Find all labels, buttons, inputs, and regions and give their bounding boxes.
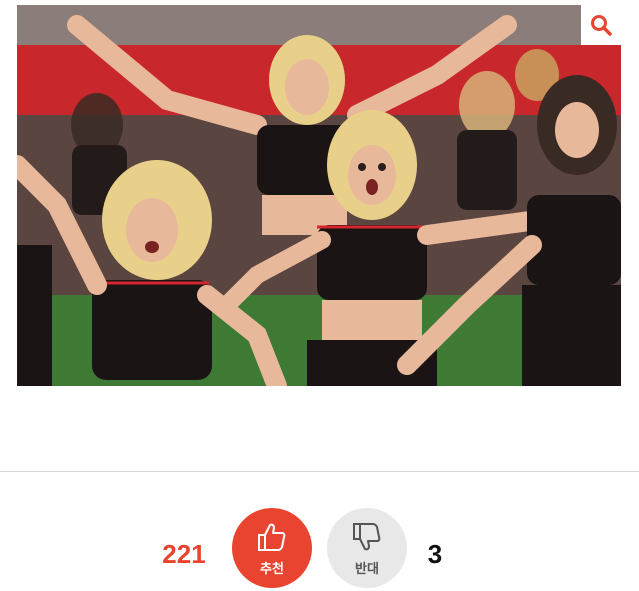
zoom-button[interactable] bbox=[581, 5, 621, 45]
thumbs-down-icon bbox=[353, 522, 381, 550]
post-page: 221 추천 반대 3 bbox=[0, 0, 639, 591]
downvote-label: 반대 bbox=[355, 561, 379, 577]
downvote-button[interactable]: 반대 bbox=[327, 508, 407, 588]
upvote-count: 221 bbox=[162, 539, 206, 569]
thumbs-up-icon bbox=[258, 523, 286, 551]
upvote-label: 추천 bbox=[260, 561, 284, 577]
cheerleaders-photo bbox=[17, 5, 621, 386]
post-photo[interactable] bbox=[17, 5, 621, 386]
magnifier-icon bbox=[591, 15, 612, 36]
vote-bar: 221 추천 반대 3 bbox=[0, 508, 639, 590]
content-divider bbox=[0, 471, 639, 472]
downvote-count: 3 bbox=[427, 539, 443, 569]
upvote-button[interactable]: 추천 bbox=[232, 508, 312, 588]
